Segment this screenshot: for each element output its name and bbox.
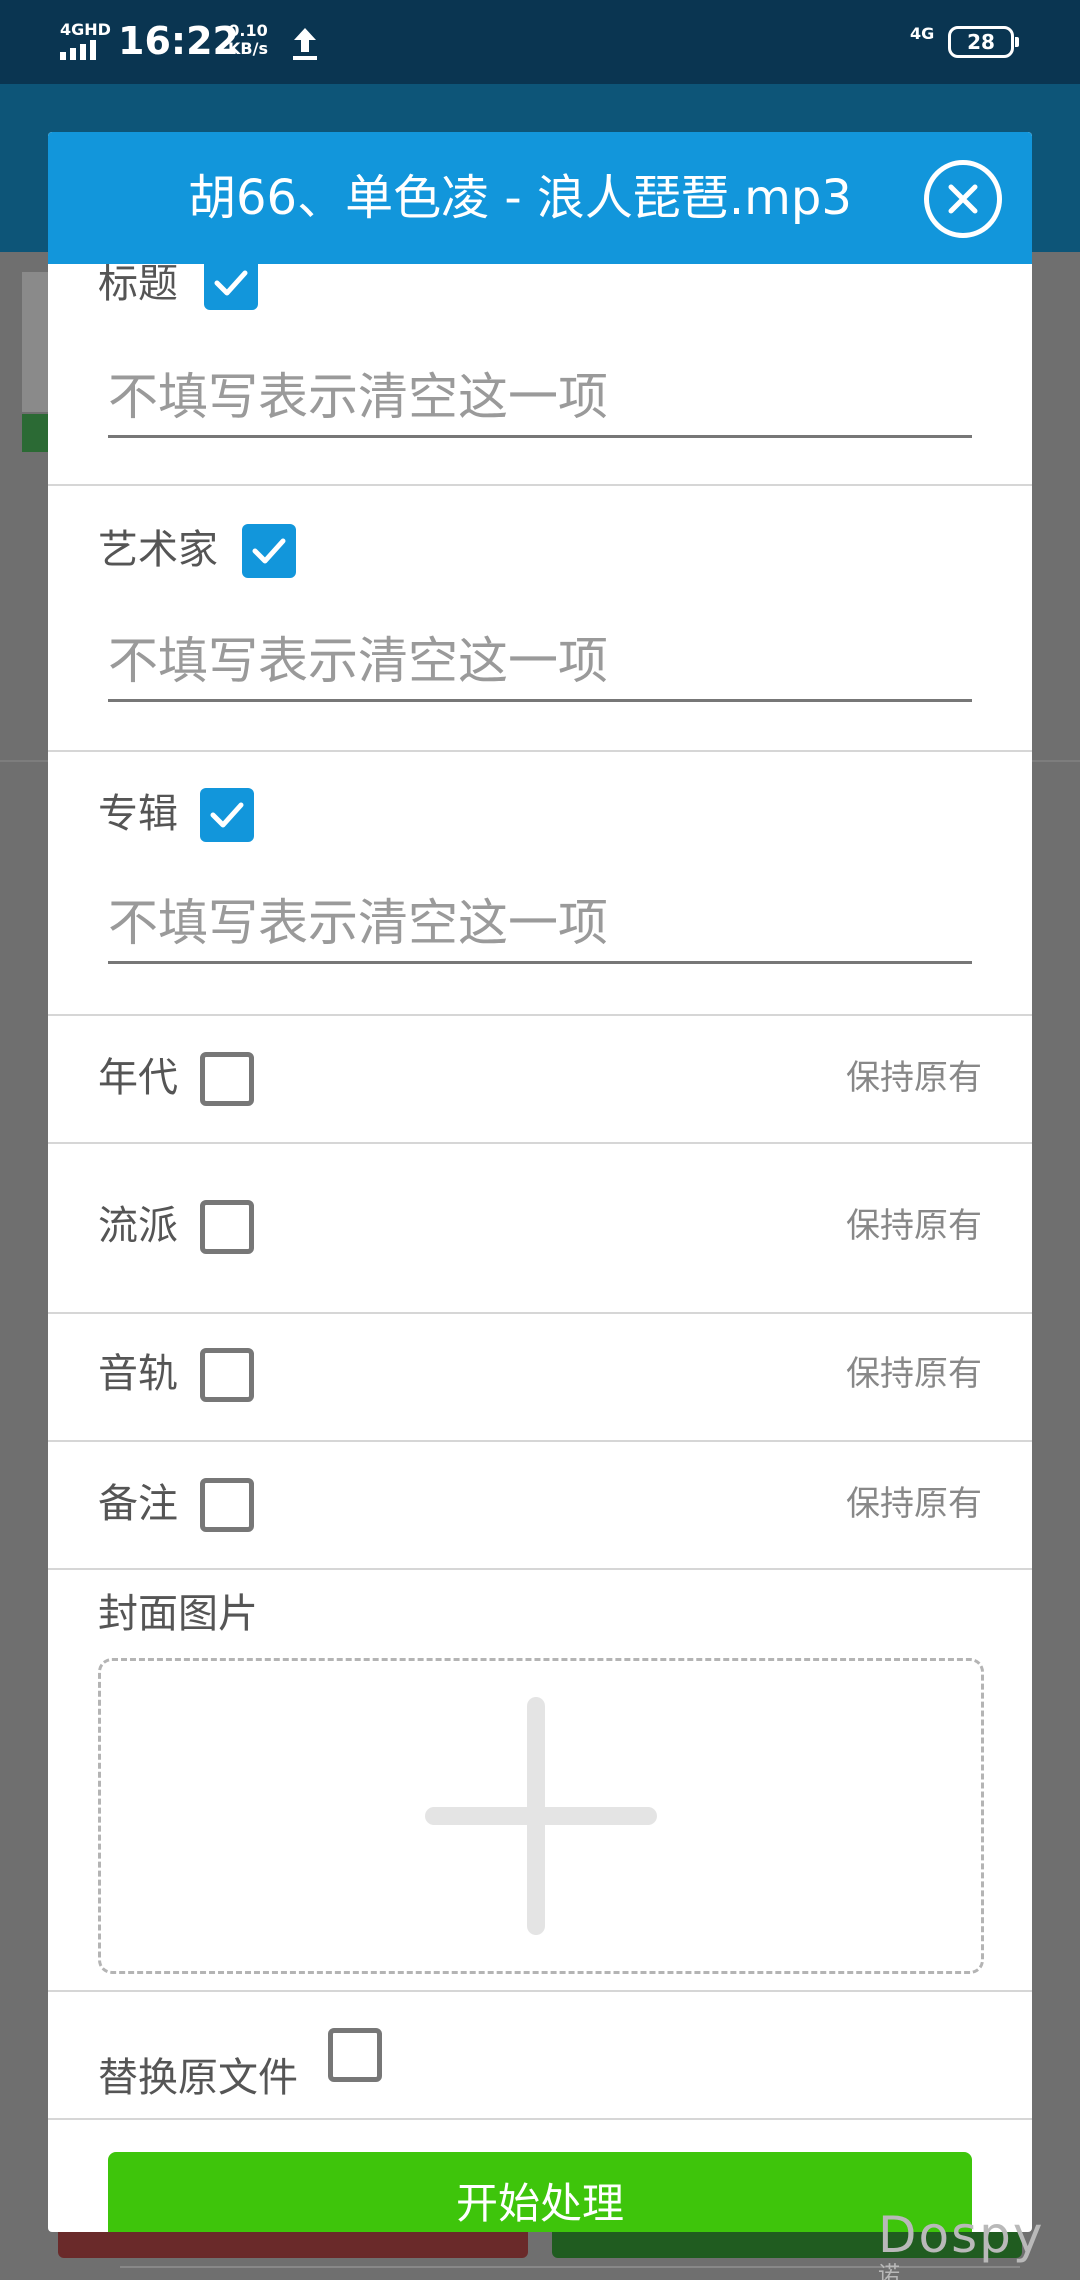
watermark-sub: 诺亚方舟 xyxy=(878,2263,903,2280)
status-time: 16:22 xyxy=(118,19,239,63)
battery-icon: 28 xyxy=(948,26,1019,58)
title-checkbox[interactable] xyxy=(204,256,258,310)
status-bar: 4GHD 16:22 0.10 KB/s 4G 28 xyxy=(0,0,1080,84)
check-icon xyxy=(252,538,286,564)
battery-level: 28 xyxy=(967,30,995,54)
watermark-text: Dospy xyxy=(878,2206,1045,2264)
divider xyxy=(48,1568,1032,1570)
track-checkbox[interactable] xyxy=(200,1348,254,1402)
close-icon xyxy=(948,184,978,214)
dialog-title: 胡66、单色凌 - 浪人琵琶.mp3 xyxy=(188,170,852,226)
genre-label: 流派 xyxy=(98,1203,178,1249)
artist-label: 艺术家 xyxy=(98,527,218,573)
album-checkbox[interactable] xyxy=(200,788,254,842)
check-icon xyxy=(214,270,248,296)
signal-icon: 4GHD xyxy=(58,20,111,60)
year-keep-original: 保持原有 xyxy=(846,1058,982,1098)
close-button[interactable] xyxy=(924,160,1002,238)
track-keep-original: 保持原有 xyxy=(846,1354,982,1394)
cover-picker[interactable] xyxy=(98,1658,984,1974)
year-checkbox[interactable] xyxy=(200,1052,254,1106)
divider xyxy=(48,750,1032,752)
divider xyxy=(48,1440,1032,1442)
start-processing-button[interactable]: 开始处理 xyxy=(108,2152,972,2232)
title-label: 标题 xyxy=(98,261,178,307)
replace-file-checkbox[interactable] xyxy=(328,2028,382,2082)
plus-icon-bar xyxy=(425,1807,657,1825)
comment-label: 备注 xyxy=(98,1481,178,1527)
network-type: 4GHD xyxy=(60,20,111,39)
divider xyxy=(48,484,1032,486)
watermark: Dospy诺亚方舟 xyxy=(878,2206,1080,2280)
genre-keep-original: 保持原有 xyxy=(846,1206,982,1246)
track-label: 音轨 xyxy=(98,1351,178,1397)
dialog-body[interactable]: 标题 艺术家 专辑 年代 保持原有 流派 保持原有 音轨 保持原 xyxy=(48,132,1032,2232)
comment-keep-original: 保持原有 xyxy=(846,1484,982,1524)
album-input[interactable] xyxy=(108,884,972,964)
comment-checkbox[interactable] xyxy=(200,1478,254,1532)
dialog-header: 胡66、单色凌 - 浪人琵琶.mp3 xyxy=(48,132,1032,264)
divider xyxy=(48,1312,1032,1314)
artist-checkbox[interactable] xyxy=(242,524,296,578)
speed-unit: KB/s xyxy=(228,39,268,58)
album-label: 专辑 xyxy=(98,791,178,837)
title-input[interactable] xyxy=(108,358,972,438)
cover-label: 封面图片 xyxy=(98,1591,258,1637)
replace-file-label: 替换原文件 xyxy=(98,2055,298,2101)
divider xyxy=(48,1014,1032,1016)
check-icon xyxy=(210,802,244,828)
tag-editor-dialog: 胡66、单色凌 - 浪人琵琶.mp3 标题 艺术家 专辑 年代 xyxy=(48,132,1032,2232)
network-type-right: 4G xyxy=(910,24,935,43)
upload-icon xyxy=(293,28,317,60)
speed-value: 0.10 xyxy=(228,21,268,40)
divider xyxy=(48,2118,1032,2120)
artist-input[interactable] xyxy=(108,622,972,702)
network-speed: 0.10 KB/s xyxy=(228,22,268,58)
divider xyxy=(48,1990,1032,1992)
year-label: 年代 xyxy=(98,1055,178,1101)
genre-checkbox[interactable] xyxy=(200,1200,254,1254)
divider xyxy=(48,1142,1032,1144)
